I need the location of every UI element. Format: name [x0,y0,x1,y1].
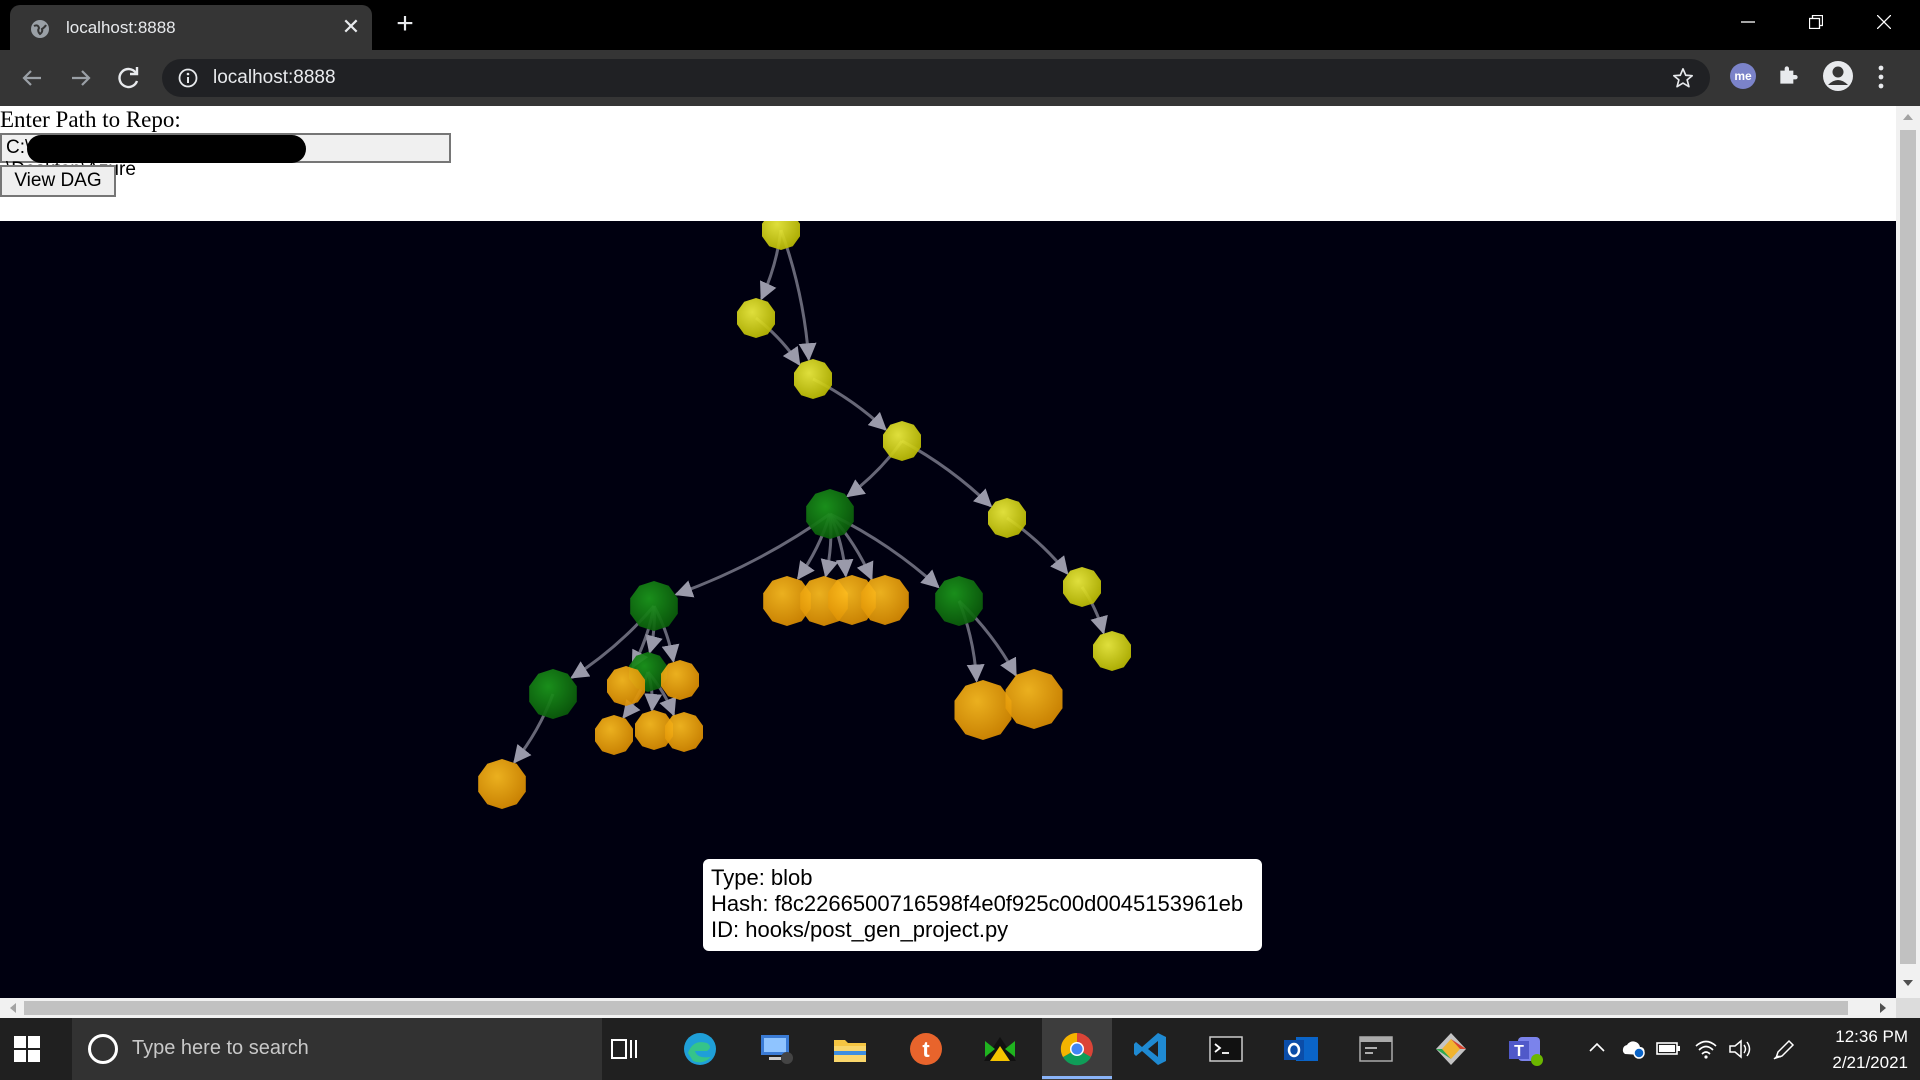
taskbar-clock[interactable]: 12:36 PM 2/21/2021 [1808,1024,1908,1076]
globe-icon [31,20,49,38]
menu-kebab-icon[interactable] [1876,62,1886,92]
scroll-down-arrow-icon[interactable] [1902,978,1914,988]
volume-icon[interactable] [1728,1038,1752,1060]
browser-titlebar: localhost:8888 ✕ + [0,0,1920,50]
svg-text:t: t [922,1037,930,1062]
graph-node-yellow[interactable] [988,498,1026,538]
windows-taskbar: Type here to search t T 12:36 PM 2/21/20… [0,1018,1920,1080]
graph-node-yellow[interactable] [883,421,921,461]
profile-avatar-icon[interactable] [1822,60,1854,92]
outlook-icon[interactable] [1282,1031,1320,1067]
minimize-icon [1741,21,1755,23]
browser-toolbar: localhost:8888 me [0,50,1920,106]
chrome-icon[interactable] [1058,1031,1096,1067]
graph-node-yellow[interactable] [1093,631,1131,671]
extensions-puzzle-icon[interactable] [1776,62,1802,88]
horizontal-scroll-thumb[interactable] [24,1001,1848,1015]
forward-button[interactable] [65,62,97,94]
page-viewport: Enter Path to Repo: C:\\Desktop\Azure Vi… [0,106,1920,1018]
onedrive-cloud-icon[interactable] [1620,1038,1646,1060]
graph-node-orange[interactable] [1005,669,1063,729]
edge-browser-icon[interactable] [681,1031,719,1067]
clock-date: 2/21/2021 [1832,1053,1908,1072]
graph-node-green[interactable] [630,581,678,631]
browser-tab[interactable]: localhost:8888 ✕ [10,5,372,50]
back-arrow-icon [22,70,41,86]
cortana-circle-icon [88,1034,118,1064]
t-app-icon[interactable]: t [907,1031,945,1067]
pen-workspace-icon[interactable] [1772,1038,1796,1060]
node-tooltip: Type: blob Hash: f8c2266500716598f4e0f92… [703,859,1262,951]
tab-close-icon[interactable]: ✕ [338,14,364,40]
teams-icon[interactable]: T [1506,1031,1544,1067]
clock-time: 12:36 PM [1835,1027,1908,1046]
windows-start-icon[interactable] [14,1036,40,1062]
url-text[interactable]: localhost:8888 [213,67,336,89]
extension-me-icon[interactable]: me [1730,63,1756,89]
graph-node-orange[interactable] [861,575,909,625]
scroll-right-arrow-icon[interactable] [1878,1002,1888,1014]
scroll-up-arrow-icon[interactable] [1902,112,1914,122]
show-hidden-icons-chevron-icon[interactable] [1587,1038,1607,1058]
wifi-icon[interactable] [1694,1038,1718,1060]
console-window-icon[interactable] [1357,1031,1395,1067]
tooltip-id: ID: hooks/post_gen_project.py [711,917,1009,942]
forward-arrow-icon [72,70,91,86]
address-bar[interactable]: localhost:8888 [162,59,1710,97]
graph-node-yellow[interactable] [737,298,775,338]
graph-edge [779,229,817,362]
tooltip-hash: Hash: f8c2266500716598f4e0f925c00d004515… [711,891,1244,916]
reload-button[interactable] [113,62,145,94]
graph-edge [674,512,831,598]
scroll-left-arrow-icon[interactable] [8,1002,18,1014]
graph-node-orange[interactable] [607,666,645,706]
horizontal-scrollbar[interactable] [0,998,1896,1018]
terminal-icon[interactable] [1207,1031,1245,1067]
vscode-icon[interactable] [1132,1031,1170,1067]
graph-node-green[interactable] [529,669,577,719]
reload-icon [118,67,139,89]
taskbar-search-box[interactable]: Type here to search [72,1018,602,1080]
graph-node-yellow[interactable] [1063,567,1101,607]
task-view-icon[interactable] [606,1031,644,1067]
graph-node-orange[interactable] [595,715,633,755]
close-icon [1877,15,1891,29]
info-icon[interactable] [178,68,198,88]
vertical-scrollbar[interactable] [1896,106,1920,998]
new-tab-button[interactable]: + [390,9,420,40]
graph-node-yellow[interactable] [762,221,800,250]
graph-node-orange[interactable] [665,712,703,752]
battery-icon[interactable] [1656,1038,1682,1058]
file-explorer-icon[interactable] [831,1031,869,1067]
bookmark-star-icon[interactable] [1672,67,1694,89]
graph-node-green[interactable] [806,489,854,539]
graph-node-orange[interactable] [478,759,526,809]
tab-title: localhost:8888 [66,18,176,37]
svg-text:T: T [1514,1043,1524,1060]
repo-path-label: Enter Path to Repo: [0,107,181,132]
green-app-icon[interactable] [981,1031,1019,1067]
graph-node-orange[interactable] [954,680,1012,740]
graph-node-green[interactable] [935,576,983,626]
chrome-active-indicator [1042,1076,1112,1079]
vertical-scroll-thumb[interactable] [1900,130,1916,964]
redaction-mark [27,135,306,163]
git-tool-icon[interactable] [1432,1031,1470,1067]
restore-button[interactable] [1782,0,1850,44]
dag-graph-canvas[interactable]: Type: blob Hash: f8c2266500716598f4e0f92… [0,221,1896,998]
repo-form: Enter Path to Repo: C:\\Desktop\Azure Vi… [0,106,1896,221]
remote-desktop-icon[interactable] [757,1031,795,1067]
close-window-button[interactable] [1850,0,1918,44]
back-button[interactable] [16,62,48,94]
taskbar-search-placeholder: Type here to search [132,1037,309,1059]
graph-node-orange[interactable] [661,660,699,700]
tooltip-type: Type: blob [711,865,813,890]
scrollbar-corner [1896,998,1920,1018]
view-dag-button[interactable]: View DAG [0,165,116,197]
restore-icon [1809,15,1823,29]
graph-node-yellow[interactable] [794,359,832,399]
minimize-button[interactable] [1714,0,1782,44]
